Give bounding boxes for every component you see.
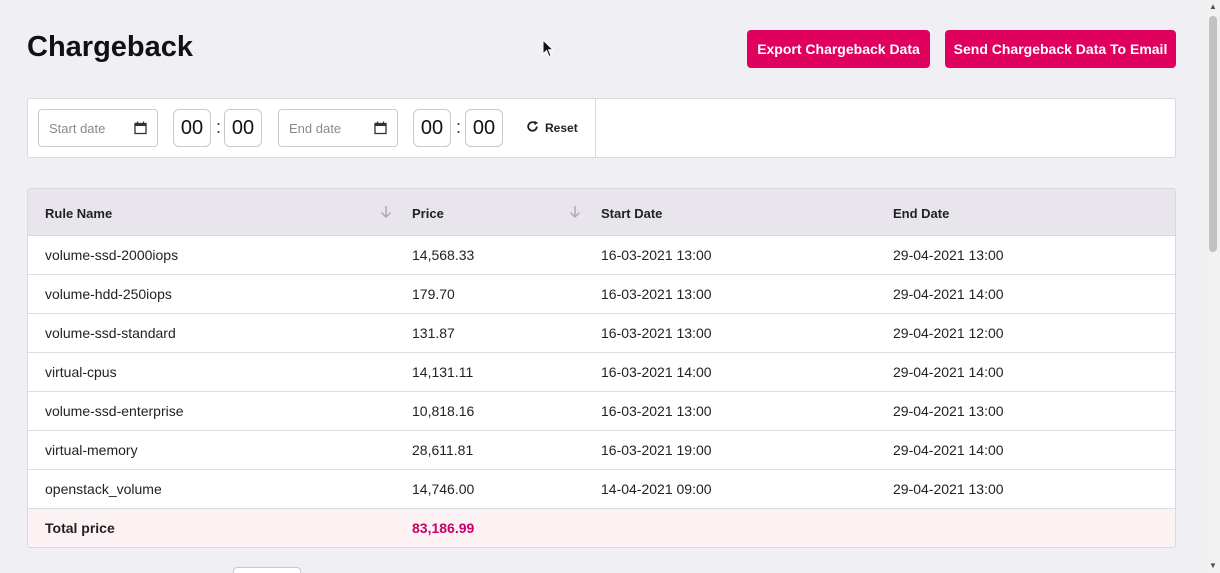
start-date-cell: 14-04-2021 09:00 [601, 481, 712, 497]
refresh-icon [526, 120, 539, 136]
start-date-cell: 16-03-2021 13:00 [601, 247, 712, 263]
price-cell: 179.70 [412, 286, 455, 302]
price-cell: 10,818.16 [412, 403, 475, 419]
scroll-down-arrow-icon[interactable]: ▼ [1209, 562, 1217, 570]
table-row: virtual-memory 28,611.81 16-03-2021 19:0… [28, 431, 1175, 470]
table-row: volume-ssd-2000iops 14,568.33 16-03-2021… [28, 236, 1175, 275]
page-scrollbar[interactable]: ▲ ▼ [1206, 0, 1220, 573]
reset-label: Reset [545, 121, 578, 135]
price-cell: 14,131.11 [412, 364, 474, 380]
rule-name-cell: volume-ssd-2000iops [45, 247, 179, 263]
end-date-input[interactable]: End date [278, 109, 398, 147]
start-date-cell: 16-03-2021 14:00 [601, 364, 712, 380]
column-header-price[interactable]: Price [412, 206, 444, 221]
calendar-icon[interactable] [374, 121, 387, 138]
page-title: Chargeback [27, 31, 194, 63]
end-date-placeholder: End date [289, 120, 342, 136]
end-time-separator: : [456, 117, 462, 137]
end-date-cell: 29-04-2021 13:00 [893, 247, 1004, 263]
chargeback-table: Rule Name Price Start Date End Date volu… [27, 188, 1176, 548]
start-time-separator: : [216, 117, 222, 137]
chargeback-page: Chargeback Export Chargeback Data Send C… [0, 0, 1206, 573]
calendar-icon[interactable] [134, 121, 147, 138]
table-row: openstack_volume 14,746.00 14-04-2021 09… [28, 470, 1175, 509]
rule-name-cell: openstack_volume [45, 481, 162, 497]
start-minute-input[interactable]: 00 [224, 109, 262, 147]
rule-name-cell: volume-ssd-enterprise [45, 403, 184, 419]
start-hour-input[interactable]: 00 [173, 109, 211, 147]
rule-name-cell: volume-ssd-standard [45, 325, 176, 341]
end-date-cell: 29-04-2021 14:00 [893, 364, 1004, 380]
start-date-input[interactable]: Start date [38, 109, 158, 147]
filter-divider [595, 99, 596, 157]
column-header-end-date: End Date [893, 206, 950, 221]
end-date-cell: 29-04-2021 14:00 [893, 442, 1004, 458]
export-chargeback-button[interactable]: Export Chargeback Data [747, 30, 930, 68]
table-row: volume-ssd-standard 131.87 16-03-2021 13… [28, 314, 1175, 353]
start-date-placeholder: Start date [49, 120, 106, 136]
rule-name-cell: virtual-cpus [45, 364, 117, 380]
sort-arrow-down-icon[interactable] [569, 205, 581, 224]
end-minute-input[interactable]: 00 [465, 109, 503, 147]
start-date-cell: 16-03-2021 13:00 [601, 403, 712, 419]
price-cell: 14,568.33 [412, 247, 475, 263]
column-header-rule-name[interactable]: Rule Name [45, 206, 112, 221]
table-header: Rule Name Price Start Date End Date [28, 189, 1175, 236]
total-price-value: 83,186.99 [412, 520, 475, 536]
price-cell: 14,746.00 [412, 481, 475, 497]
sort-arrow-down-icon[interactable] [380, 205, 392, 224]
end-hour-input[interactable]: 00 [413, 109, 451, 147]
start-date-cell: 16-03-2021 13:00 [601, 325, 712, 341]
pagination-select[interactable] [233, 567, 301, 573]
table-row: volume-ssd-enterprise 10,818.16 16-03-20… [28, 392, 1175, 431]
end-date-cell: 29-04-2021 13:00 [893, 403, 1004, 419]
scroll-up-arrow-icon[interactable]: ▲ [1209, 3, 1217, 11]
start-date-cell: 16-03-2021 19:00 [601, 442, 712, 458]
rule-name-cell: volume-hdd-250iops [45, 286, 172, 302]
table-row: virtual-cpus 14,131.11 16-03-2021 14:00 … [28, 353, 1175, 392]
column-header-start-date: Start Date [601, 206, 663, 221]
total-price-label: Total price [45, 520, 115, 536]
rule-name-cell: virtual-memory [45, 442, 138, 458]
end-date-cell: 29-04-2021 13:00 [893, 481, 1004, 497]
reset-button[interactable]: Reset [526, 116, 578, 140]
total-row: Total price 83,186.99 [28, 509, 1175, 547]
send-email-button[interactable]: Send Chargeback Data To Email [945, 30, 1176, 68]
scrollbar-thumb[interactable] [1209, 16, 1217, 252]
price-cell: 28,611.81 [412, 442, 474, 458]
end-date-cell: 29-04-2021 14:00 [893, 286, 1004, 302]
mouse-cursor-icon [542, 38, 555, 63]
price-cell: 131.87 [412, 325, 455, 341]
end-date-cell: 29-04-2021 12:00 [893, 325, 1004, 341]
start-date-cell: 16-03-2021 13:00 [601, 286, 712, 302]
date-filter-bar: Start date 00 : 00 End date 00 : 00 Rese… [27, 98, 1176, 158]
table-row: volume-hdd-250iops 179.70 16-03-2021 13:… [28, 275, 1175, 314]
